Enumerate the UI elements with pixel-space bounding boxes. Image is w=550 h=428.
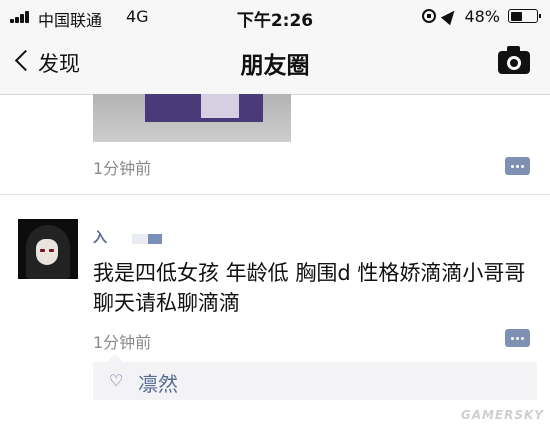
avatar[interactable]	[18, 219, 78, 279]
post-image[interactable]	[93, 94, 291, 142]
post-username[interactable]: 入	[93, 227, 107, 247]
camera-icon[interactable]	[498, 46, 530, 74]
status-bar: 中国联通 4G 下午2:26 48%	[0, 0, 550, 32]
orientation-lock-icon	[422, 9, 437, 23]
comment-icon[interactable]	[505, 157, 530, 175]
like-name[interactable]: 凛然	[138, 368, 178, 397]
battery-icon	[508, 9, 541, 23]
post-time: 1分钟前	[93, 159, 152, 178]
divider	[0, 194, 550, 195]
post-time: 1分钟前	[93, 333, 152, 352]
nav-bar: 发现 朋友圈	[0, 32, 550, 95]
watermark: GAMERSKY	[460, 408, 544, 422]
location-icon	[441, 6, 460, 26]
heart-icon: ♡	[109, 371, 124, 390]
comment-icon[interactable]	[505, 329, 530, 347]
page-title: 朋友圈	[240, 53, 310, 79]
battery-level	[510, 11, 523, 21]
post-text: 我是四低女孩 年龄低 胸围d 性格娇滴滴小哥哥聊天请私聊滴滴	[93, 261, 526, 315]
username-redaction	[132, 234, 162, 244]
likes-box: ♡ 凛然	[93, 354, 537, 400]
battery-percent: 48%	[464, 6, 500, 26]
